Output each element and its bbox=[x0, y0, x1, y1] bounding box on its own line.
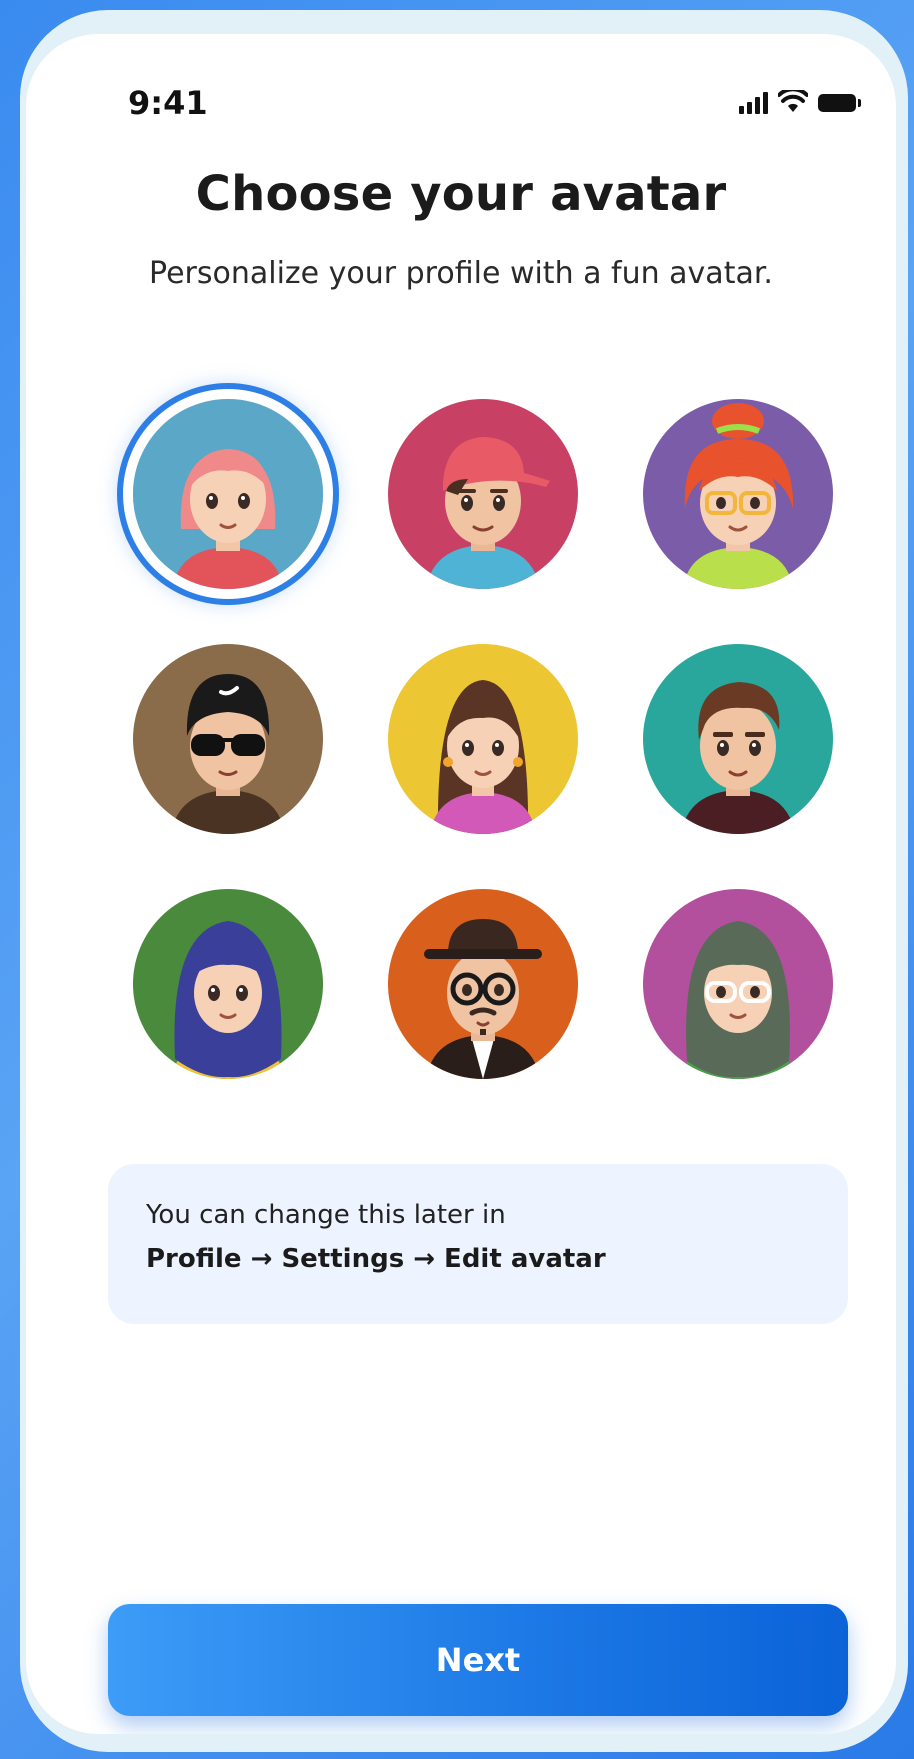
avatar-brown-hair-man[interactable] bbox=[643, 644, 833, 834]
info-text: You can change this later in bbox=[146, 1200, 506, 1230]
avatar-red-cap-boy[interactable] bbox=[388, 399, 578, 589]
avatar-brunette-woman[interactable] bbox=[388, 644, 578, 834]
status-time: 9:41 bbox=[128, 84, 208, 122]
page-title: Choose your avatar bbox=[195, 166, 727, 222]
avatar-pink-hair-girl[interactable] bbox=[133, 399, 323, 589]
info-path: Profile → Settings → Edit avatar bbox=[146, 1244, 606, 1274]
wifi-icon bbox=[778, 90, 808, 112]
phone-frame: 9:41 Choose your avatar Personalize your… bbox=[20, 10, 908, 1752]
avatar-gray-hijab-woman[interactable] bbox=[643, 889, 833, 1079]
next-button[interactable]: Next bbox=[108, 1604, 848, 1716]
signal-icon bbox=[739, 92, 768, 114]
page-subtitle: Personalize your profile with a fun avat… bbox=[149, 256, 773, 291]
avatar-sunglasses-man[interactable] bbox=[133, 644, 323, 834]
avatar-hat-glasses-man[interactable] bbox=[388, 889, 578, 1079]
battery-icon bbox=[818, 94, 861, 112]
app-screen: 9:41 Choose your avatar Personalize your… bbox=[26, 34, 896, 1734]
avatar-redhead-glasses-girl[interactable] bbox=[643, 399, 833, 589]
avatar-blue-hijab-woman[interactable] bbox=[133, 889, 323, 1079]
status-icons bbox=[739, 86, 861, 114]
info-box: You can change this later in Profile → S… bbox=[108, 1164, 848, 1324]
